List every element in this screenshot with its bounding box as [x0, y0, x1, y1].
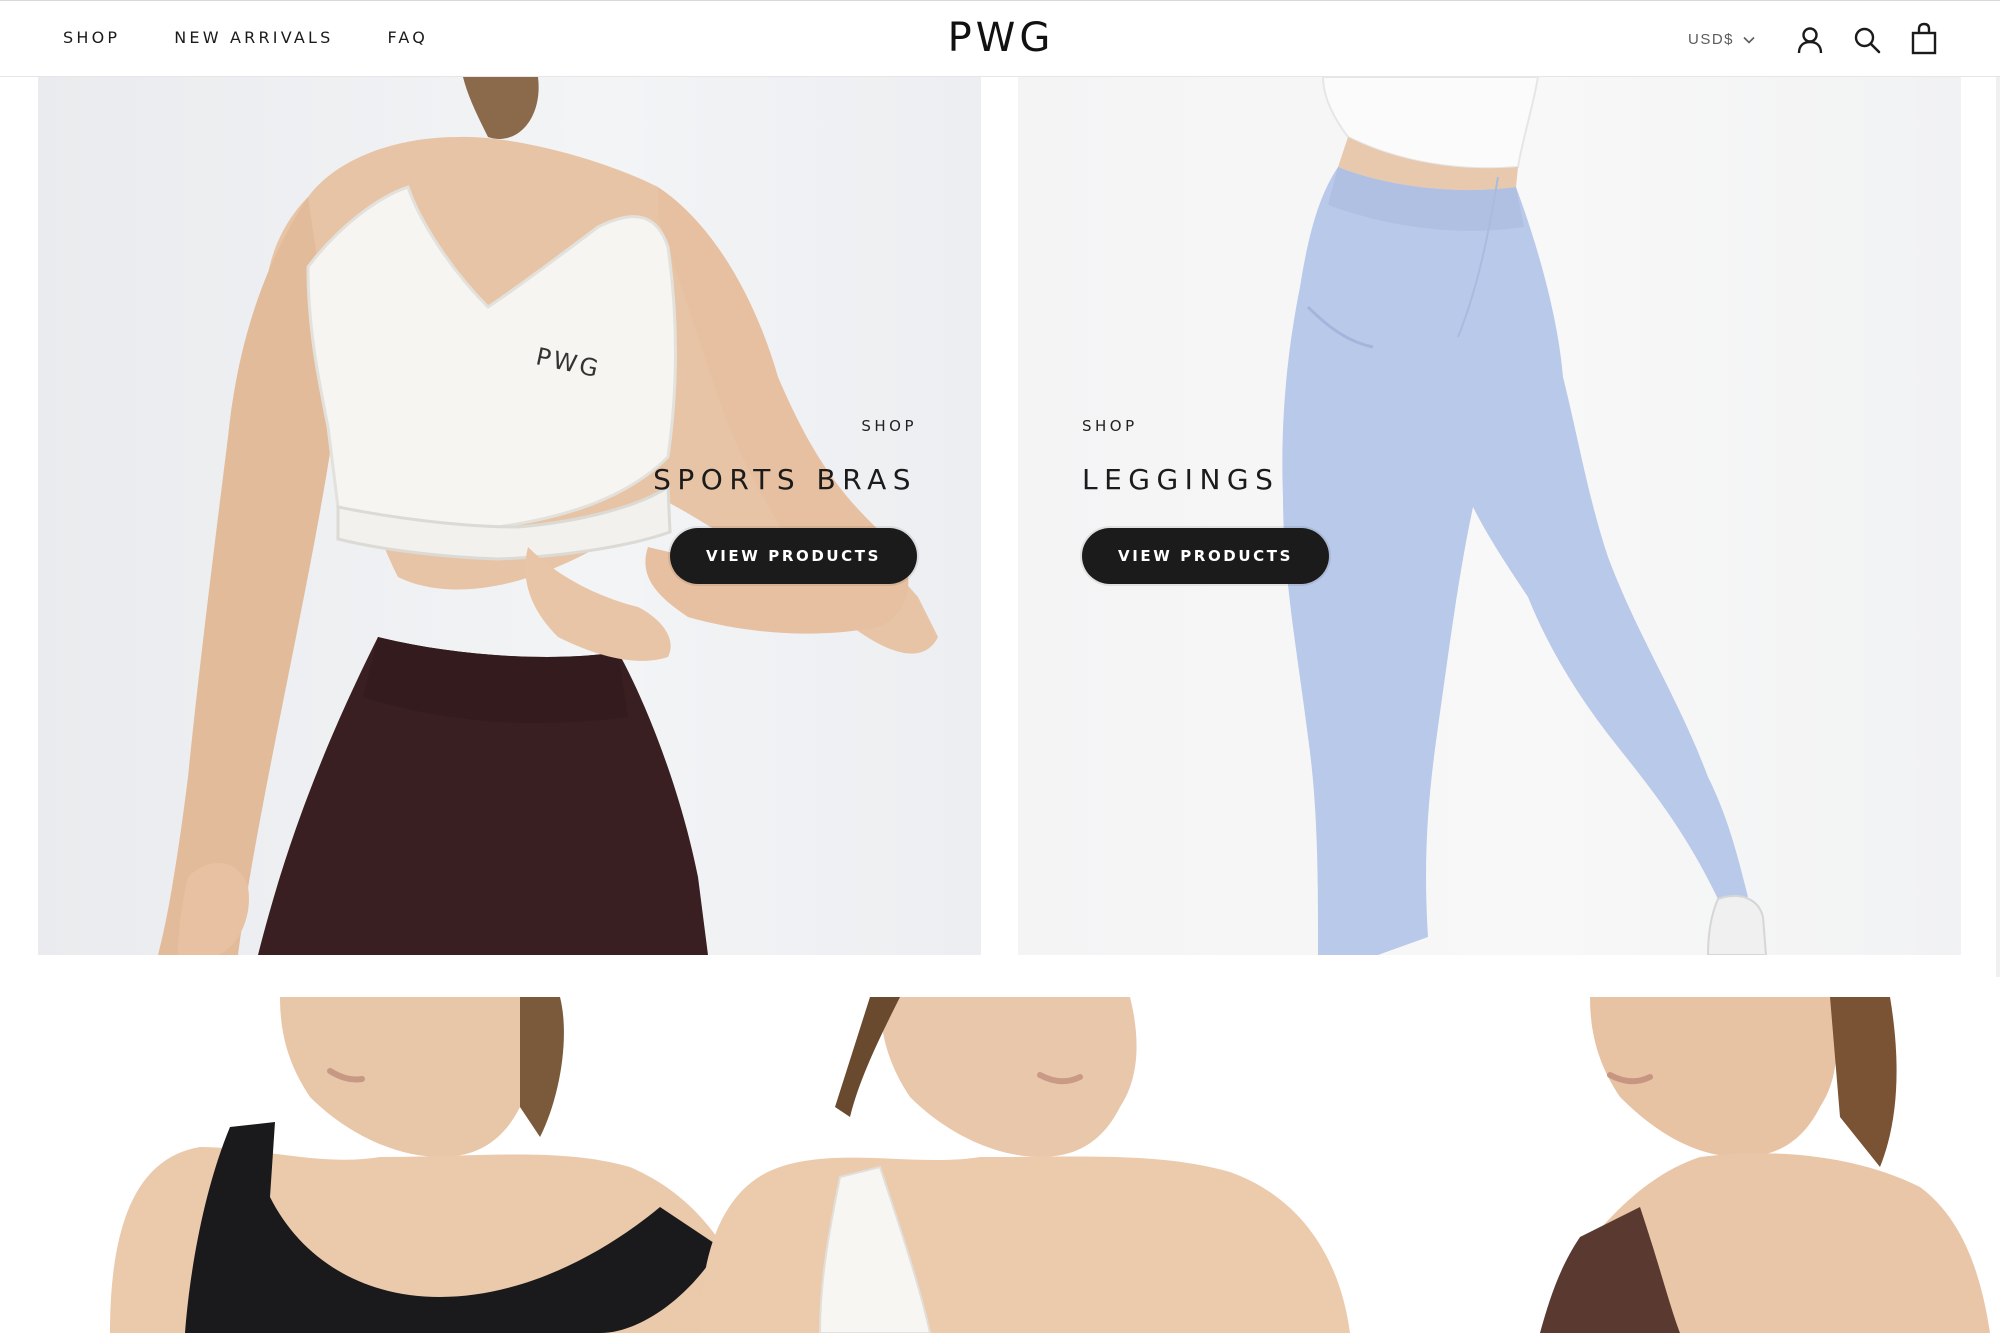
leggings-overlay: SHOP LEGGINGS VIEW PRODUCTS	[1082, 417, 1329, 584]
brand-logo[interactable]: PWG	[930, 15, 1072, 61]
product-image-1	[110, 997, 760, 1333]
sports-bras-overlay: SHOP SPORTS BRAS VIEW PRODUCTS	[653, 417, 917, 584]
nav-new-arrivals[interactable]: NEW ARRIVALS	[174, 28, 333, 47]
product-image-2	[700, 997, 1350, 1333]
site-header: SHOP NEW ARRIVALS FAQ PWG USD$	[0, 0, 2000, 77]
shopping-bag-icon[interactable]	[1909, 22, 1939, 56]
view-products-sports-bras-button[interactable]: VIEW PRODUCTS	[670, 528, 917, 584]
currency-selector[interactable]: USD$	[1688, 31, 1755, 48]
search-icon[interactable]	[1852, 25, 1882, 55]
nav-shop[interactable]: SHOP	[63, 28, 120, 47]
view-products-leggings-button[interactable]: VIEW PRODUCTS	[1082, 528, 1329, 584]
main-nav: SHOP NEW ARRIVALS FAQ	[63, 28, 428, 47]
page-scrollbar[interactable]	[1996, 77, 2000, 977]
currency-label: USD$	[1688, 31, 1735, 48]
collection-kicker: SHOP	[861, 417, 917, 435]
chevron-down-icon	[1743, 36, 1755, 44]
product-strip-images	[110, 997, 1990, 1333]
collection-title: LEGGINGS	[1082, 463, 1280, 496]
collection-panel-sports-bras[interactable]: PWG SHOP SPORTS BRAS VIEW PRODUCTS	[38, 77, 981, 955]
collection-panel-leggings[interactable]: SHOP LEGGINGS VIEW PRODUCTS	[1018, 77, 1961, 955]
collection-title: SPORTS BRAS	[653, 463, 917, 496]
user-icon[interactable]	[1795, 25, 1825, 55]
product-strip	[0, 997, 2000, 1333]
nav-faq[interactable]: FAQ	[387, 28, 428, 47]
product-image-3	[1540, 997, 1990, 1333]
collection-kicker: SHOP	[1082, 417, 1138, 435]
